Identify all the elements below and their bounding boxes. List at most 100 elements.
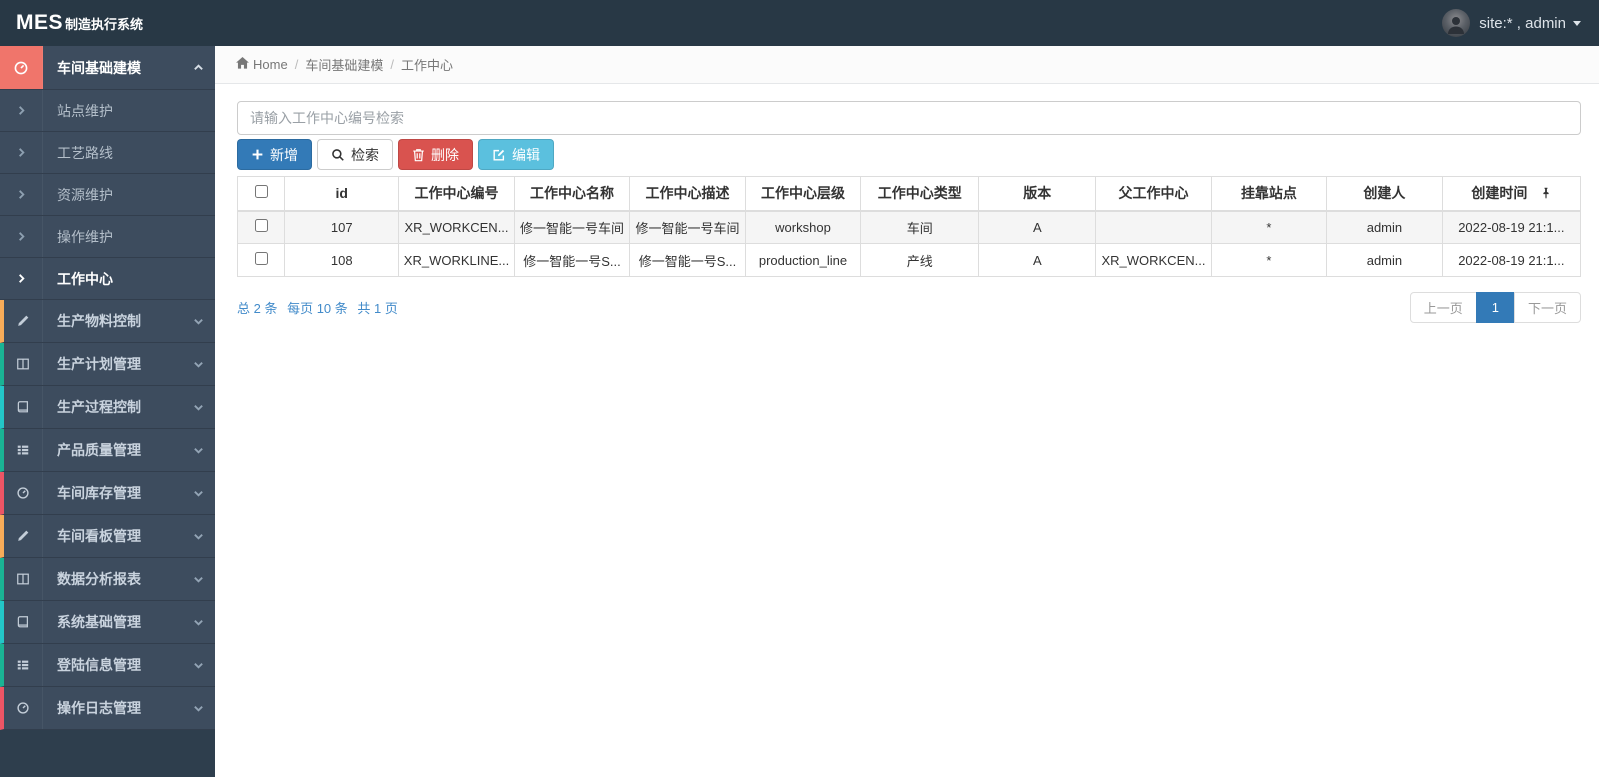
cell-creator: admin [1326, 243, 1443, 277]
chevron-down-icon [181, 531, 215, 542]
breadcrumb-level1[interactable]: 车间基础建模 [305, 55, 383, 74]
search-button[interactable]: 检索 [317, 139, 393, 170]
cell-version: A [978, 243, 1097, 277]
sidebar-group-label: 产品质量管理 [57, 442, 141, 458]
sidebar-item-station-maintenance[interactable]: 站点维护 [0, 90, 215, 132]
header-desc: 工作中心描述 [629, 176, 746, 212]
pager: 上一页 1 下一页 [1409, 292, 1581, 323]
topbar: MES 制造执行系统 site:* , admin [0, 0, 1599, 46]
add-button[interactable]: 新增 [237, 139, 312, 170]
sidebar-item-resource-maintenance[interactable]: 资源维护 [0, 174, 215, 216]
chevron-down-icon [181, 488, 215, 499]
search-input[interactable] [237, 101, 1581, 135]
header-name: 工作中心名称 [513, 176, 631, 212]
row-select-cell [236, 243, 286, 277]
sidebar-group-system-management[interactable]: 系统基础管理 [0, 601, 215, 644]
avatar [1442, 9, 1471, 37]
tachometer-icon [0, 46, 43, 89]
tachometer-icon [4, 472, 43, 514]
search-button-label: 检索 [351, 146, 379, 163]
row-checkbox[interactable] [254, 219, 268, 233]
sidebar-item-process-route[interactable]: 工艺路线 [0, 132, 215, 174]
sidebar-group-process-control[interactable]: 生产过程控制 [0, 386, 215, 429]
sidebar-group-label: 生产物料控制 [57, 313, 141, 329]
cell-station: * [1210, 210, 1328, 244]
page-1-button[interactable]: 1 [1475, 292, 1515, 323]
breadcrumb-home[interactable]: Home [236, 57, 288, 72]
sidebar-group-label: 车间库存管理 [57, 485, 141, 501]
row-checkbox[interactable] [254, 252, 268, 265]
book-icon [4, 386, 43, 428]
plus-icon [252, 149, 263, 160]
work-center-table: id 工作中心编号 工作中心名称 工作中心描述 工作中心层级 工作中心类型 版本… [236, 176, 1582, 277]
header-select-all [236, 176, 286, 212]
cell-name: 修一智能一号车间 [513, 210, 631, 244]
sidebar-group-plan-management[interactable]: 生产计划管理 [0, 343, 215, 386]
sidebar-group-kanban-management[interactable]: 车间看板管理 [0, 515, 215, 558]
next-page-button[interactable]: 下一页 [1513, 292, 1581, 323]
delete-button-label: 删除 [431, 146, 459, 163]
sidebar-group-operation-log-management[interactable]: 操作日志管理 [0, 687, 215, 730]
sidebar-item-operation-maintenance[interactable]: 操作维护 [0, 216, 215, 258]
sidebar-item-label: 操作维护 [57, 228, 113, 245]
summary-pages: 共 1 页 [357, 301, 398, 316]
cell-station: * [1210, 243, 1328, 277]
breadcrumb-level2: 工作中心 [400, 58, 453, 73]
main-panel: 新增 检索 删除 编辑 [215, 84, 1599, 323]
edit-button[interactable]: 编辑 [478, 139, 554, 170]
table-header-row: id 工作中心编号 工作中心名称 工作中心描述 工作中心层级 工作中心类型 版本… [236, 176, 1582, 212]
toolbar: 新增 检索 删除 编辑 [237, 139, 1581, 170]
sidebar-group-label: 生产计划管理 [57, 356, 141, 372]
sidebar-item-label: 工作中心 [57, 270, 113, 287]
table-row[interactable]: 108 XR_WORKLINE... 修一智能一号S... 修一智能一号S...… [236, 243, 1582, 277]
cell-level: workshop [744, 210, 862, 244]
header-version: 版本 [978, 176, 1097, 212]
add-button-label: 新增 [270, 146, 298, 163]
table-row[interactable]: 107 XR_WORKCEN... 修一智能一号车间 修一智能一号车间 work… [236, 210, 1582, 244]
app-logo: MES 制造执行系统 [0, 11, 143, 35]
sidebar-group-quality-management[interactable]: 产品质量管理 [0, 429, 215, 472]
pencil-icon [4, 300, 43, 342]
breadcrumb-separator: / [294, 57, 299, 72]
sidebar-group-inventory-management[interactable]: 车间库存管理 [0, 472, 215, 515]
edit-icon [493, 149, 505, 161]
list-icon [4, 644, 43, 686]
cell-desc: 修一智能一号车间 [629, 210, 746, 244]
chevron-right-icon [0, 90, 43, 131]
delete-button[interactable]: 删除 [398, 139, 473, 170]
user-menu[interactable]: site:* , admin [1442, 9, 1599, 37]
pagination-bar: 总 2 条 每页 10 条 共 1 页 上一页 1 下一页 [237, 292, 1581, 323]
columns-icon [4, 343, 43, 385]
chevron-down-icon [181, 359, 215, 370]
summary-per-page: 每页 10 条 [287, 301, 348, 316]
cell-desc: 修一智能一号S... [629, 243, 746, 277]
cell-id: 107 [284, 210, 400, 244]
sidebar-group-label: 数据分析报表 [57, 571, 141, 587]
select-all-checkbox[interactable] [254, 185, 268, 199]
chevron-right-icon [0, 174, 43, 215]
sidebar-group-login-info-management[interactable]: 登陆信息管理 [0, 644, 215, 687]
sidebar-group-label: 系统基础管理 [57, 614, 141, 630]
chevron-right-icon [0, 216, 43, 257]
sidebar-group-label: 车间看板管理 [57, 528, 141, 544]
sidebar-group-label: 车间基础建模 [57, 59, 141, 76]
chevron-down-icon [181, 574, 215, 585]
cell-created: 2022-08-19 21:1... [1441, 210, 1582, 244]
prev-page-button[interactable]: 上一页 [1409, 292, 1477, 323]
sidebar-group-label: 生产过程控制 [57, 399, 141, 415]
summary-total: 总 2 条 [237, 301, 278, 316]
chevron-down-icon [181, 402, 215, 413]
sidebar-group-analytics-reports[interactable]: 数据分析报表 [0, 558, 215, 601]
sidebar-group-label: 操作日志管理 [57, 700, 141, 716]
trash-icon [413, 148, 424, 161]
header-station: 挂靠站点 [1210, 176, 1328, 212]
sidebar-group-material-control[interactable]: 生产物料控制 [0, 300, 215, 343]
sidebar-group-workshop-modeling[interactable]: 车间基础建模 [0, 46, 215, 90]
header-level: 工作中心层级 [744, 176, 862, 212]
sidebar-item-work-center[interactable]: 工作中心 [0, 258, 215, 300]
pushpin-icon[interactable] [1541, 186, 1551, 202]
chevron-down-icon [181, 660, 215, 671]
chevron-down-icon [181, 316, 215, 327]
sidebar-item-label: 资源维护 [57, 186, 113, 203]
sidebar-group-label: 登陆信息管理 [57, 657, 141, 673]
